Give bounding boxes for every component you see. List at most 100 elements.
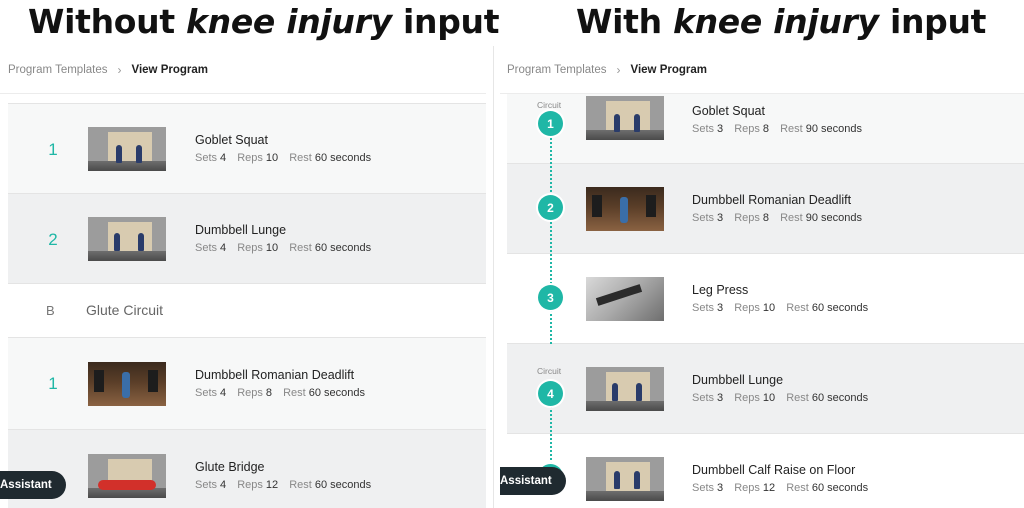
rest-value: 60 seconds	[314, 479, 372, 491]
breadcrumb-view-program: View Program	[131, 63, 209, 76]
chevron-right-icon: ›	[117, 62, 122, 77]
reps-value: 12	[265, 479, 279, 491]
exercise-video-thumbnail[interactable]	[88, 127, 166, 171]
rest-label: Rest	[289, 152, 312, 164]
rest-value: 60 seconds	[314, 152, 372, 164]
left-heading-prefix: Without	[28, 2, 187, 41]
section-letter: B	[46, 303, 55, 318]
exercise-list: 1 Goblet Squat Sets 4 Reps 10 Rest 60 secon…	[8, 94, 486, 508]
right-heading-emphasis: knee injury	[672, 2, 879, 41]
exercise-row[interactable]: 2 Dumbbell Lunge Sets 4 Reps 10 Rest 60 sec…	[8, 194, 486, 284]
exercise-stats: Sets 3 Reps 10 Rest 60 seconds	[692, 392, 876, 404]
exercise-info: Dumbbell Lunge Sets 4 Reps 10 Rest 60 secon…	[195, 223, 379, 254]
exercise-row[interactable]: Circuit Dumbbell Lunge Sets 3 Reps 10 Rest…	[507, 344, 1024, 434]
exercise-video-thumbnail[interactable]	[586, 187, 664, 231]
rest-label: Rest	[780, 123, 803, 135]
rest-label: Rest	[283, 387, 306, 399]
sets-label: Sets	[692, 212, 715, 224]
rest-value: 90 seconds	[805, 123, 862, 135]
right-heading-prefix: With	[576, 2, 673, 41]
exercise-video-thumbnail[interactable]	[586, 367, 664, 411]
exercise-stats: Sets 3 Reps 8 Rest 90 seconds	[692, 123, 870, 135]
exercise-video-thumbnail[interactable]	[88, 454, 166, 498]
exercise-row[interactable]: 1 Goblet Squat Sets 4 Reps 10 Rest 60 secon…	[8, 104, 486, 194]
reps-label: Reps	[734, 123, 760, 135]
exercise-video-thumbnail[interactable]	[88, 217, 166, 261]
right-heading: With knee injury input	[576, 0, 986, 44]
panel-divider	[493, 46, 494, 508]
circuit-connector-line	[550, 122, 552, 344]
exercise-info: Dumbbell Romanian Deadlift Sets 4 Reps 8 R…	[195, 368, 373, 399]
breadcrumb-program-templates[interactable]: Program Templates	[8, 64, 108, 76]
reps-value: 8	[762, 212, 770, 224]
sets-value: 3	[717, 482, 724, 494]
exercise-row[interactable]: Circuit Goblet Squat Sets 3 Reps 8 Rest 90 …	[507, 94, 1024, 164]
assistant-button[interactable]: Assistant	[500, 467, 566, 495]
reps-label: Reps	[237, 479, 263, 491]
sets-label: Sets	[692, 123, 715, 135]
assistant-button[interactable]: Assistant	[0, 471, 66, 499]
assistant-label: Assistant	[0, 479, 52, 491]
exercise-row[interactable]: Leg Press Sets 3 Reps 10 Rest 60 seconds	[507, 254, 1024, 344]
exercise-stats: Sets 3 Reps 12 Rest 60 seconds	[692, 482, 876, 494]
sets-value: 4	[220, 479, 227, 491]
exercise-info: Dumbbell Lunge Sets 3 Reps 10 Rest 60 secon…	[692, 373, 876, 404]
breadcrumb: Program Templates › View Program	[0, 46, 486, 94]
left-heading: Without knee injury input	[28, 0, 500, 44]
section-title: Glute Circuit	[86, 302, 164, 318]
rest-label: Rest	[786, 302, 809, 314]
sets-value: 3	[717, 123, 724, 135]
exercise-name[interactable]: Goblet Squat	[195, 133, 379, 147]
exercise-row[interactable]: Dumbbell Calf Raise on Floor Sets 3 Reps 1…	[507, 434, 1024, 508]
rest-value: 90 seconds	[805, 212, 862, 224]
exercise-index: 2	[48, 230, 58, 249]
exercise-row[interactable]: 1 Dumbbell Romanian Deadlift Sets 4 Reps 8…	[8, 338, 486, 430]
reps-label: Reps	[734, 482, 760, 494]
circuit-step-badge: 3	[538, 285, 563, 310]
reps-value: 10	[265, 242, 279, 254]
reps-label: Reps	[237, 152, 263, 164]
exercise-video-thumbnail[interactable]	[88, 362, 166, 406]
exercise-name[interactable]: Dumbbell Lunge	[195, 223, 379, 237]
sets-value: 4	[220, 387, 227, 399]
rest-label: Rest	[780, 212, 803, 224]
breadcrumb-view-program: View Program	[630, 63, 708, 76]
exercise-name[interactable]: Leg Press	[692, 283, 876, 297]
exercise-stats: Sets 4 Reps 10 Rest 60 seconds	[195, 242, 379, 254]
exercise-name[interactable]: Dumbbell Calf Raise on Floor	[692, 463, 876, 477]
right-heading-suffix: input	[878, 2, 987, 41]
sets-label: Sets	[692, 392, 715, 404]
reps-value: 12	[762, 482, 776, 494]
rest-value: 60 seconds	[811, 482, 869, 494]
reps-label: Reps	[734, 392, 760, 404]
reps-value: 8	[265, 387, 273, 399]
exercise-name[interactable]: Dumbbell Romanian Deadlift	[195, 368, 373, 382]
exercise-row[interactable]: Glute Bridge Sets 4 Reps 12 Rest 60 seconds	[8, 430, 486, 508]
rest-value: 60 seconds	[308, 387, 365, 399]
exercise-stats: Sets 3 Reps 10 Rest 60 seconds	[692, 302, 876, 314]
exercise-video-thumbnail[interactable]	[586, 457, 664, 501]
exercise-stats: Sets 4 Reps 12 Rest 60 seconds	[195, 479, 379, 491]
breadcrumb-program-templates[interactable]: Program Templates	[507, 64, 607, 76]
exercise-video-thumbnail[interactable]	[586, 277, 664, 321]
sets-value: 3	[717, 392, 724, 404]
circuit-step-badge: 4	[538, 381, 563, 406]
reps-label: Reps	[734, 302, 760, 314]
sets-label: Sets	[692, 482, 715, 494]
reps-value: 10	[265, 152, 279, 164]
sets-label: Sets	[195, 479, 218, 491]
rest-value: 60 seconds	[811, 392, 869, 404]
sets-label: Sets	[692, 302, 715, 314]
exercise-name[interactable]: Dumbbell Lunge	[692, 373, 876, 387]
sets-label: Sets	[195, 152, 218, 164]
exercise-name[interactable]: Dumbbell Romanian Deadlift	[692, 193, 870, 207]
exercise-name[interactable]: Glute Bridge	[195, 460, 379, 474]
circuit-exercise-list: Circuit Goblet Squat Sets 3 Reps 8 Rest 90 …	[507, 94, 1024, 508]
exercise-name[interactable]: Goblet Squat	[692, 104, 870, 118]
circuit-step-badge: 1	[538, 111, 563, 136]
circuit-label: Circuit	[537, 366, 562, 376]
sets-label: Sets	[195, 242, 218, 254]
exercise-row[interactable]: Dumbbell Romanian Deadlift Sets 3 Reps 8 R…	[507, 164, 1024, 254]
exercise-stats: Sets 4 Reps 10 Rest 60 seconds	[195, 152, 379, 164]
exercise-video-thumbnail[interactable]	[586, 96, 664, 140]
